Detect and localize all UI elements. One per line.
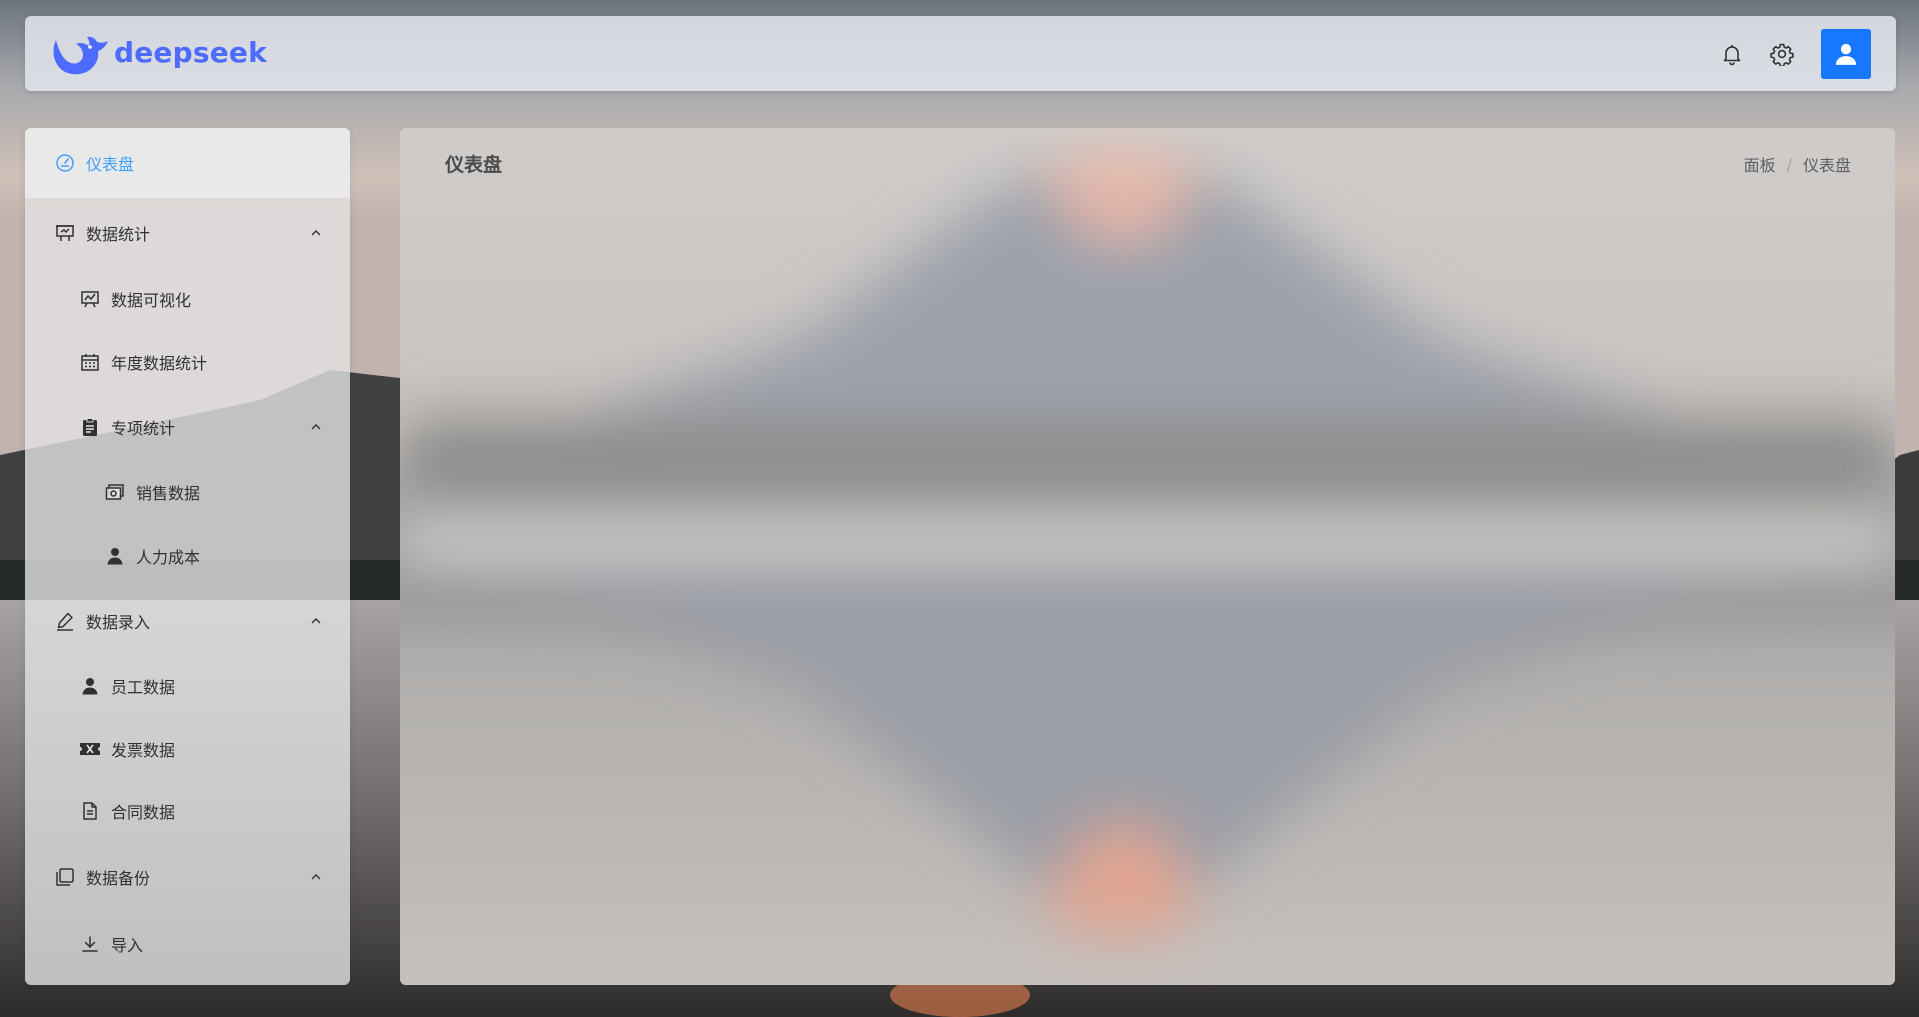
sidebar-item-label: 合同数据 [111,803,176,822]
breadcrumb-separator: / [1786,154,1792,174]
user-icon [104,545,126,567]
edit-icon [54,610,76,632]
sidebar-item-label: 数据备份 [86,869,151,888]
sidebar-item-label: 人力成本 [136,548,201,567]
sidebar-group-data-backup[interactable]: 数据备份 [25,842,350,912]
presentation-icon [54,222,76,244]
clipboard-icon [79,416,101,438]
main-content-panel: 仪表盘 面板 / 仪表盘 [400,128,1895,985]
sidebar-item-label: 数据统计 [86,224,151,244]
sidebar-item-contract-data[interactable]: 合同数据 [25,780,350,842]
download-icon [79,933,101,955]
chevron-up-icon[interactable] [309,614,323,628]
sidebar-item-label: 年度数据统计 [111,354,208,373]
sidebar-item-labor-cost[interactable]: 人力成本 [25,524,350,588]
sidebar-item-data-visualization[interactable]: 数据可视化 [25,267,350,330]
sidebar-item-label: 数据可视化 [111,290,192,310]
sidebar-item-annual-stats[interactable]: 年度数据统计 [25,330,350,394]
user-avatar-icon [1835,43,1857,65]
sidebar-item-sales-data[interactable]: 销售数据 [25,460,350,524]
breadcrumb-item-current: 仪表盘 [1802,156,1851,175]
breadcrumb-item-panel[interactable]: 面板 [1744,152,1776,176]
chevron-up-icon[interactable] [309,870,323,884]
page-title: 仪表盘 [445,154,503,176]
gear-icon[interactable] [1769,41,1795,67]
brand-logo[interactable]: deepseek [50,32,267,76]
chevron-up-icon[interactable] [309,420,323,434]
sidebar-item-dashboard[interactable]: 仪表盘 [25,128,350,198]
breadcrumb: 面板 / 仪表盘 [1744,152,1851,176]
sidebar-item-label: 导入 [111,936,144,955]
sidebar-item-employee-data[interactable]: 员工数据 [25,654,350,718]
sidebar-group-data-stats[interactable]: 数据统计 [25,198,350,267]
user-icon [79,675,101,697]
sidebar-item-label: 销售数据 [136,484,201,503]
document-icon [79,800,101,822]
sidebar-menu: 仪表盘 数据统计 数据可视化 年度数据统计 专项统计 销售数据 人力成本 数据录… [25,128,350,985]
ticket-icon [79,738,101,760]
top-header: deepseek [25,16,1896,91]
calendar-icon [79,351,101,373]
whale-logo-icon [53,36,108,74]
dashboard-icon [54,152,76,174]
sidebar-item-label: 仪表盘 [86,155,135,174]
sidebar-item-label: 数据录入 [86,613,151,632]
copy-icon [54,866,76,888]
sidebar-item-import[interactable]: 导入 [25,912,350,976]
brand-name: deepseek [114,36,267,69]
chart-board-icon [79,288,101,310]
sidebar-item-label: 专项统计 [111,419,176,438]
sidebar-group-data-entry[interactable]: 数据录入 [25,588,350,654]
header-actions [1719,28,1871,79]
sidebar-item-invoice-data[interactable]: 发票数据 [25,718,350,780]
sales-icon [104,481,126,503]
blurred-background-image [400,128,1895,985]
sidebar-item-label: 发票数据 [111,741,176,760]
sidebar-group-special-stats[interactable]: 专项统计 [25,394,350,460]
bell-icon[interactable] [1719,41,1745,67]
chevron-up-icon[interactable] [309,226,323,240]
sidebar-item-label: 员工数据 [111,678,176,697]
user-avatar-button[interactable] [1821,28,1871,79]
